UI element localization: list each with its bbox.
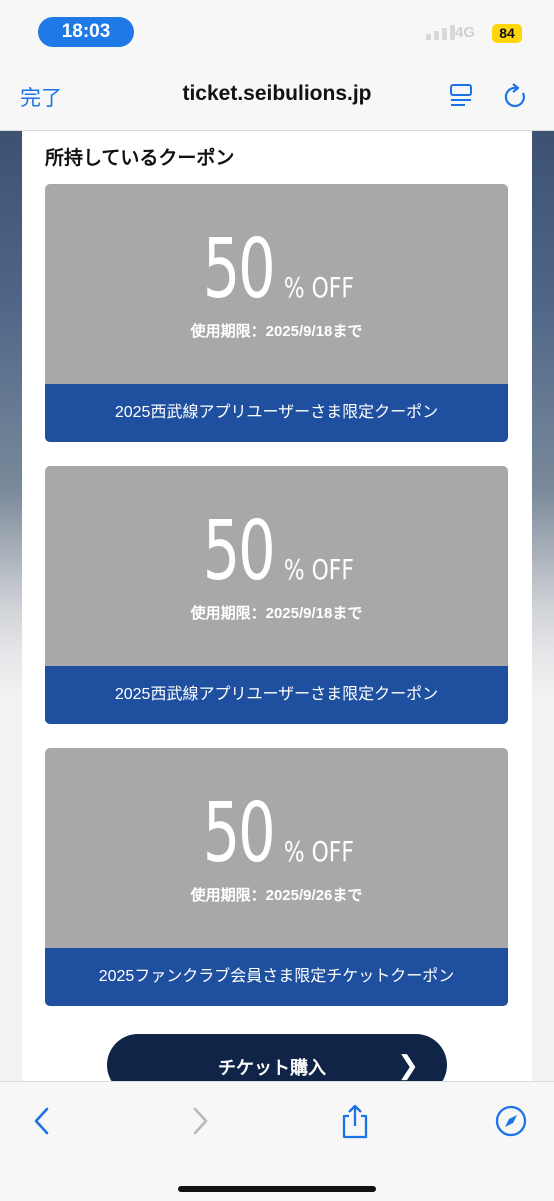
discount-unit: % OFF	[283, 553, 354, 586]
coupon-discount-area: 50% OFF 使用期限：2025/9/18まで	[45, 184, 508, 384]
chevron-right-icon: ❯	[397, 1050, 419, 1080]
network-label: 4G	[455, 24, 476, 41]
browser-header: 完了 ticket.seibulions.jp	[0, 64, 554, 131]
home-indicator	[178, 1186, 376, 1192]
discount-number: 50	[203, 504, 276, 599]
coupon-name: 2025西武線アプリユーザーさま限定クーポン	[45, 384, 508, 442]
discount-unit: % OFF	[283, 271, 354, 304]
reload-icon[interactable]	[503, 82, 529, 110]
purchase-label: チケット購入	[218, 1058, 326, 1078]
forward-icon[interactable]	[188, 1104, 212, 1138]
coupon-card[interactable]: 50% OFF 使用期限：2025/9/18まで 2025西武線アプリユーザーさ…	[45, 184, 508, 442]
coupon-card[interactable]: 50% OFF 使用期限：2025/9/18まで 2025西武線アプリユーザーさ…	[45, 466, 508, 724]
coupon-name: 2025ファンクラブ会員さま限定チケットクーポン	[45, 948, 508, 1006]
battery-icon: 84	[492, 24, 522, 43]
compass-icon[interactable]	[494, 1104, 528, 1138]
coupon-card[interactable]: 50% OFF 使用期限：2025/9/26まで 2025ファンクラブ会員さま限…	[45, 748, 508, 1006]
status-time: 18:03	[38, 17, 134, 47]
browser-toolbar	[0, 1081, 554, 1201]
coupon-panel: 所持しているクーポン 50% OFF 使用期限：2025/9/18まで 2025…	[22, 131, 532, 1081]
coupon-expiry: 使用期限：2025/9/18まで	[190, 605, 363, 622]
back-icon[interactable]	[30, 1104, 54, 1138]
discount-number: 50	[203, 222, 276, 317]
discount-number: 50	[203, 786, 276, 881]
reader-view-icon[interactable]	[448, 82, 474, 108]
ticket-purchase-button[interactable]: チケット購入 ❯	[107, 1034, 447, 1081]
coupon-expiry: 使用期限：2025/9/26まで	[190, 887, 363, 904]
share-icon[interactable]	[339, 1104, 371, 1140]
coupon-name: 2025西武線アプリユーザーさま限定クーポン	[45, 666, 508, 724]
status-bar: 18:03 4G 84	[0, 0, 554, 64]
signal-icon	[426, 25, 455, 40]
section-title: 所持しているクーポン	[45, 148, 235, 169]
page-content: 所持しているクーポン 50% OFF 使用期限：2025/9/18まで 2025…	[0, 131, 554, 1081]
coupon-expiry: 使用期限：2025/9/18まで	[190, 323, 363, 340]
coupon-discount-area: 50% OFF 使用期限：2025/9/18まで	[45, 466, 508, 666]
discount-unit: % OFF	[283, 835, 354, 868]
coupon-discount-area: 50% OFF 使用期限：2025/9/26まで	[45, 748, 508, 948]
